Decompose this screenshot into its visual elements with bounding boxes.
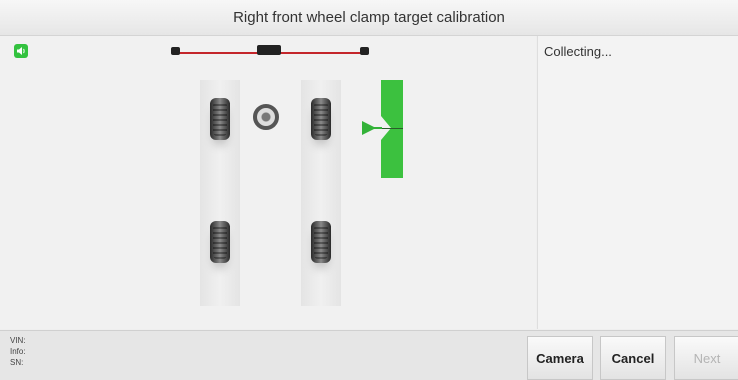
- front-left-tire-icon: [210, 98, 230, 140]
- vehicle-info: VIN: Info: SN:: [10, 335, 26, 368]
- front-right-tire-icon: [311, 98, 331, 140]
- title-bar: Right front wheel clamp target calibrati…: [0, 0, 738, 36]
- position-pointer-stem: [374, 127, 382, 129]
- next-button[interactable]: Next: [674, 336, 738, 380]
- status-text: Collecting...: [544, 44, 612, 59]
- speaker-icon[interactable]: [14, 44, 28, 58]
- sn-label: SN:: [10, 358, 24, 367]
- calibration-view: [0, 36, 536, 329]
- left-bar-end-icon: [171, 47, 180, 55]
- rear-left-tire-icon: [210, 221, 230, 263]
- page-title: Right front wheel clamp target calibrati…: [233, 9, 505, 26]
- cancel-button[interactable]: Cancel: [600, 336, 666, 380]
- camera-button[interactable]: Camera: [527, 336, 593, 380]
- camera-unit-icon: [257, 45, 281, 55]
- status-panel: Collecting...: [537, 36, 738, 329]
- info-label: Info:: [10, 347, 26, 356]
- bottom-toolbar: VIN: Info: SN: Camera Cancel Next: [0, 330, 738, 380]
- steering-wheel-icon: [253, 104, 279, 130]
- right-bar-end-icon: [360, 47, 369, 55]
- rear-right-tire-icon: [311, 221, 331, 263]
- vin-label: VIN:: [10, 336, 26, 345]
- target-center-line: [381, 128, 403, 129]
